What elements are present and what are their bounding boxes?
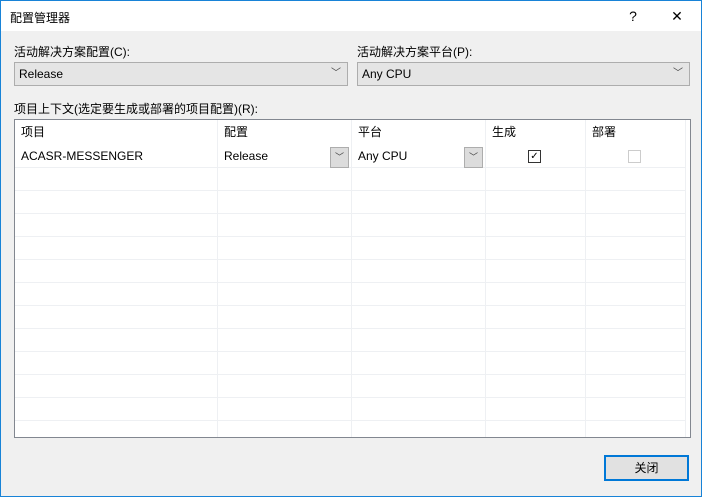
project-grid: 项目 配置 平台 生成 部署 ACASR-MESSENGER Release ﹀…	[14, 119, 691, 438]
grid-line	[15, 420, 685, 421]
deploy-checkbox	[628, 150, 641, 163]
solution-platform-select[interactable]: Any CPU ﹀	[357, 62, 690, 86]
help-button[interactable]: ?	[613, 1, 653, 31]
grid-line	[15, 351, 685, 352]
solution-config-label: 活动解决方案配置(C):	[14, 45, 130, 59]
solution-platform-value: Any CPU	[362, 67, 412, 81]
grid-line	[15, 190, 685, 191]
column-header-config[interactable]: 配置	[218, 121, 248, 144]
chevron-down-icon: ﹀	[331, 68, 341, 79]
grid-line	[15, 213, 685, 214]
close-icon[interactable]: ✕	[657, 1, 697, 31]
chevron-down-icon[interactable]: ﹀	[464, 147, 483, 168]
close-button[interactable]: 关闭	[604, 455, 689, 481]
grid-line	[15, 282, 685, 283]
column-header-platform[interactable]: 平台	[352, 121, 382, 144]
project-name: ACASR-MESSENGER	[21, 149, 144, 163]
chevron-down-icon[interactable]: ﹀	[330, 147, 349, 168]
row-config-select[interactable]: Release	[218, 145, 268, 168]
chevron-down-icon: ﹀	[673, 68, 683, 79]
grid-line	[15, 328, 685, 329]
grid-line	[15, 397, 685, 398]
solution-config-value: Release	[19, 67, 64, 81]
grid-line	[15, 236, 685, 237]
solution-config-select[interactable]: Release ﹀	[14, 62, 348, 86]
column-header-project[interactable]: 项目	[15, 121, 45, 144]
grid-line	[15, 305, 685, 306]
project-context-label: 项目上下文(选定要生成或部署的项目配置)(R):	[14, 102, 258, 116]
config-manager-dialog: 配置管理器 ? ✕ 活动解决方案配置(C): Release ﹀ 活动解决方案平台…	[0, 0, 702, 497]
dialog-title: 配置管理器	[10, 11, 71, 25]
build-checkbox[interactable]: ✓	[528, 150, 541, 163]
title-bar: 配置管理器 ? ✕	[1, 1, 701, 31]
row-platform-select[interactable]: Any CPU	[352, 145, 407, 168]
grid-line	[15, 374, 685, 375]
grid-line	[15, 259, 685, 260]
column-header-build[interactable]: 生成	[486, 121, 516, 144]
solution-platform-label: 活动解决方案平台(P):	[357, 45, 473, 59]
column-header-deploy[interactable]: 部署	[586, 121, 616, 144]
